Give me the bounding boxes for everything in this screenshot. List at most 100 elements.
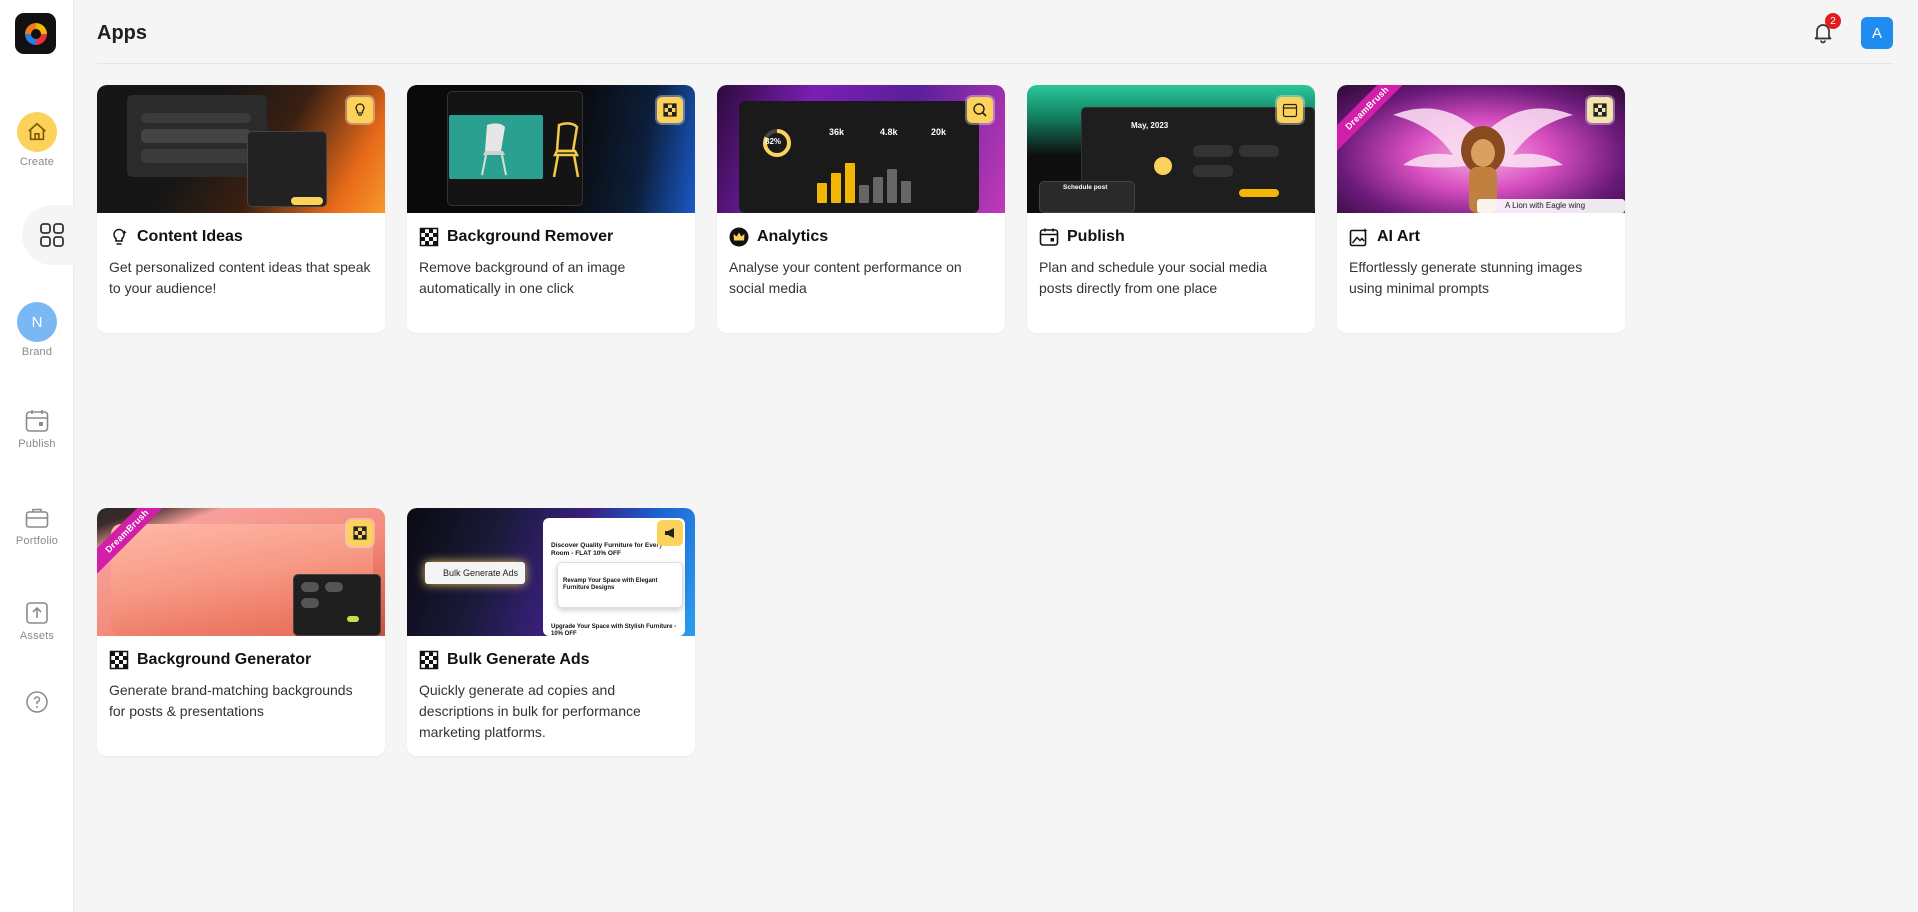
app-badge — [967, 97, 993, 123]
thumb-ad-headline: Revamp Your Space with Elegant Furniture… — [563, 578, 658, 591]
thumb-ad-headline: Upgrade Your Space with Stylish Furnitur… — [551, 624, 677, 636]
thumb-prompt-text: A Lion with Eagle wing — [1505, 201, 1586, 210]
thumb-toggle — [347, 616, 359, 622]
thumb-bar — [141, 113, 251, 123]
grid-icon — [40, 223, 64, 247]
sidebar-item-label: Publish — [18, 438, 56, 450]
sparkle-image-icon — [1349, 228, 1368, 247]
app-badge — [1277, 97, 1303, 123]
thumb-bar — [845, 163, 855, 203]
app-badge — [657, 97, 683, 123]
thumb-bar — [873, 177, 883, 203]
app-card-publish[interactable]: May, 2023 Schedule post Publish Plan and… — [1027, 85, 1315, 333]
briefcase-icon — [25, 508, 49, 528]
card-description: Get personalized content ideas that spea… — [109, 259, 371, 296]
card-thumbnail: Bulk Generate Ads Discover Quality Furni… — [407, 508, 695, 636]
app-card-bulk-generate-ads[interactable]: Bulk Generate Ads Discover Quality Furni… — [407, 508, 695, 756]
thumb-swatch — [301, 598, 319, 608]
megaphone-icon — [665, 528, 674, 538]
card-thumbnail: DreamBrush — [97, 508, 385, 636]
card-title: Background Generator — [137, 651, 312, 668]
checker-icon — [419, 227, 439, 247]
thumb-bar — [141, 149, 251, 163]
checker-icon — [419, 650, 439, 670]
app-badge — [657, 520, 683, 546]
checker-icon — [109, 650, 129, 670]
app-card-content-ideas[interactable]: Content Ideas Get personalized content i… — [97, 85, 385, 333]
app-card-background-remover[interactable]: Background Remover Remove background of … — [407, 85, 695, 333]
page-title: Apps — [97, 22, 147, 44]
topbar: Apps 2 A — [97, 0, 1893, 64]
sidebar-item-portfolio[interactable]: Portfolio — [0, 505, 74, 547]
thumb-add-button — [1154, 157, 1172, 175]
help-icon — [26, 691, 48, 713]
app-badge — [347, 520, 373, 546]
sidebar-item-apps[interactable] — [22, 205, 78, 265]
card-title: Analytics — [757, 228, 829, 245]
card-header: Bulk Generate Ads — [419, 650, 590, 670]
thumb-post-label: Schedule post — [1063, 184, 1108, 191]
thumb-stat: 36k — [829, 127, 845, 137]
thumb-swatch — [301, 582, 319, 592]
calendar-icon — [1039, 228, 1059, 246]
card-header: Background Remover — [419, 227, 613, 247]
app-logo[interactable] — [15, 13, 56, 54]
card-title: Content Ideas — [137, 228, 243, 245]
thumb-stat: 4.8k — [880, 127, 898, 137]
card-title: Background Remover — [447, 228, 614, 245]
magnifier-chart-icon — [973, 103, 987, 117]
thumb-percent: 82% — [765, 137, 782, 146]
calendar-icon — [25, 410, 49, 432]
app-card-background-generator[interactable]: DreamBrush Background Generator Generate… — [97, 508, 385, 756]
thumb-bar — [817, 183, 827, 203]
card-description: Quickly generate ad copies and descripti… — [419, 682, 641, 740]
thumb-popup — [247, 131, 327, 207]
card-title: AI Art — [1377, 228, 1420, 245]
help-button[interactable] — [25, 690, 49, 719]
sidebar-item-brand[interactable]: N Brand — [0, 302, 74, 358]
chair-image — [481, 123, 507, 176]
card-description: Analyse your content performance on soci… — [729, 259, 962, 296]
card-thumbnail — [97, 85, 385, 213]
notification-badge: 2 — [1825, 13, 1841, 29]
app-badge — [347, 97, 373, 123]
sidebar-item-publish[interactable]: Publish — [0, 408, 74, 450]
sidebar-item-label: Portfolio — [15, 535, 59, 547]
sidebar-item-create[interactable]: Create — [0, 112, 74, 168]
thumb-swatch — [325, 582, 343, 592]
card-header: AI Art — [1349, 227, 1420, 247]
thumb-bar — [141, 129, 251, 143]
thumb-bar — [859, 185, 869, 203]
lightbulb-icon — [113, 228, 127, 245]
checker-icon — [1593, 103, 1607, 117]
home-icon-circle — [17, 112, 57, 152]
lightbulb-icon — [355, 103, 365, 116]
app-card-ai-art[interactable]: DreamBrush A Lion with Eagle wing AI Art… — [1337, 85, 1625, 333]
sidebar: Create N Brand Publish Portfolio Assets — [0, 0, 78, 912]
thumb-cell — [1193, 165, 1233, 177]
card-header: Background Generator — [109, 650, 311, 670]
card-description: Plan and schedule your social media post… — [1039, 259, 1268, 296]
thumb-bar — [831, 173, 841, 203]
crown-icon — [729, 227, 749, 247]
card-thumbnail: DreamBrush A Lion with Eagle wing — [1337, 85, 1625, 213]
thumb-button — [291, 197, 323, 205]
card-header: Analytics — [729, 227, 828, 247]
sidebar-item-assets[interactable]: Assets — [0, 600, 74, 642]
app-badge — [1587, 97, 1613, 123]
card-description: Remove background of an image automatica… — [419, 259, 626, 296]
sidebar-item-label: Create — [19, 156, 55, 168]
thumb-label-text: Bulk Generate Ads — [443, 568, 519, 578]
sidebar-item-label: Brand — [21, 346, 53, 358]
card-header: Content Ideas — [109, 227, 243, 247]
checker-icon — [663, 103, 677, 117]
card-thumbnail: 82% 36k 4.8k 20k — [717, 85, 1005, 213]
card-title: Publish — [1067, 228, 1125, 245]
user-avatar[interactable]: A — [1861, 17, 1893, 49]
thumb-cell — [1193, 145, 1233, 157]
card-thumbnail: May, 2023 Schedule post — [1027, 85, 1315, 213]
thumb-event — [1239, 189, 1279, 197]
card-description: Generate brand-matching backgrounds for … — [109, 682, 353, 719]
notifications-button[interactable]: 2 — [1811, 13, 1841, 44]
app-card-analytics[interactable]: 82% 36k 4.8k 20k Analytics Analyse your … — [717, 85, 1005, 333]
